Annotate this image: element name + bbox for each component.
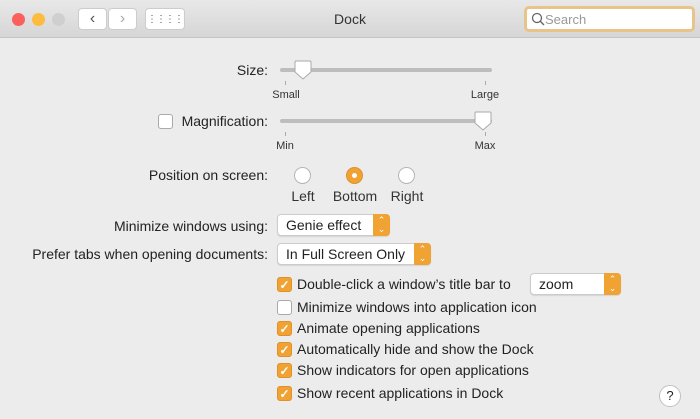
option-checkbox[interactable]: ✓ [277, 321, 292, 336]
magnification-label: Magnification: [181, 113, 268, 129]
option-label: Show indicators for open applications [297, 362, 529, 378]
updown-chevron-icon: ⌃ ⌄ [604, 273, 621, 295]
double-click-label: Double-click a window’s title bar to [297, 276, 511, 292]
option-label: Show recent applications in Dock [297, 385, 504, 401]
prefer-tabs-value: In Full Screen Only [286, 246, 406, 262]
minimize-label: Minimize windows using: [113, 218, 268, 234]
position-left-radio[interactable] [294, 167, 311, 184]
size-label: Size: [236, 62, 268, 78]
search-icon [531, 12, 545, 26]
position-right-label: Right [390, 188, 424, 204]
prefer-tabs-popup[interactable]: In Full Screen Only ⌃ ⌄ [277, 243, 431, 265]
option-label: Animate opening applications [297, 320, 480, 336]
size-slider[interactable] [280, 68, 492, 72]
updown-chevron-icon: ⌃ ⌄ [373, 214, 390, 236]
option-checkbox[interactable]: ✓ [277, 342, 292, 357]
size-max-label: Large [470, 89, 500, 101]
position-label: Position on screen: [148, 167, 268, 183]
search-placeholder: Search [545, 11, 587, 27]
magnification-slider[interactable] [280, 119, 492, 123]
minimize-effect-popup[interactable]: Genie effect ⌃ ⌄ [277, 214, 390, 236]
option-label: Minimize windows into application icon [297, 299, 537, 315]
size-min-label: Small [272, 89, 300, 101]
minimize-effect-value: Genie effect [286, 217, 362, 233]
double-click-action-value: zoom [539, 276, 574, 292]
updown-chevron-icon: ⌃ ⌄ [414, 243, 431, 265]
search-field[interactable]: Search [524, 6, 695, 32]
magnification-min-label: Min [276, 140, 294, 152]
double-click-action-popup[interactable]: zoom ⌃ ⌄ [530, 273, 621, 295]
option-checkbox[interactable] [277, 300, 292, 315]
magnification-max-label: Max [474, 140, 496, 152]
tick [285, 132, 286, 136]
size-slider-thumb[interactable] [294, 60, 312, 80]
help-button[interactable]: ? [659, 385, 681, 407]
option-label: Automatically hide and show the Dock [297, 341, 534, 357]
position-bottom-label: Bottom [332, 188, 378, 204]
option-checkbox[interactable]: ✓ [277, 363, 292, 378]
magnification-checkbox[interactable] [158, 114, 173, 129]
prefer-tabs-label: Prefer tabs when opening documents: [32, 246, 268, 262]
tick [485, 81, 486, 85]
position-bottom-radio[interactable] [346, 167, 363, 184]
tick [485, 132, 486, 136]
position-left-label: Left [291, 188, 315, 204]
tick [285, 81, 286, 85]
title-bar: ‹ › ⋮⋮⋮⋮ Dock Search [0, 0, 700, 38]
option-checkbox[interactable]: ✓ [277, 386, 292, 401]
magnification-slider-thumb[interactable] [474, 111, 492, 131]
position-right-radio[interactable] [398, 167, 415, 184]
double-click-checkbox[interactable]: ✓ [277, 277, 292, 292]
